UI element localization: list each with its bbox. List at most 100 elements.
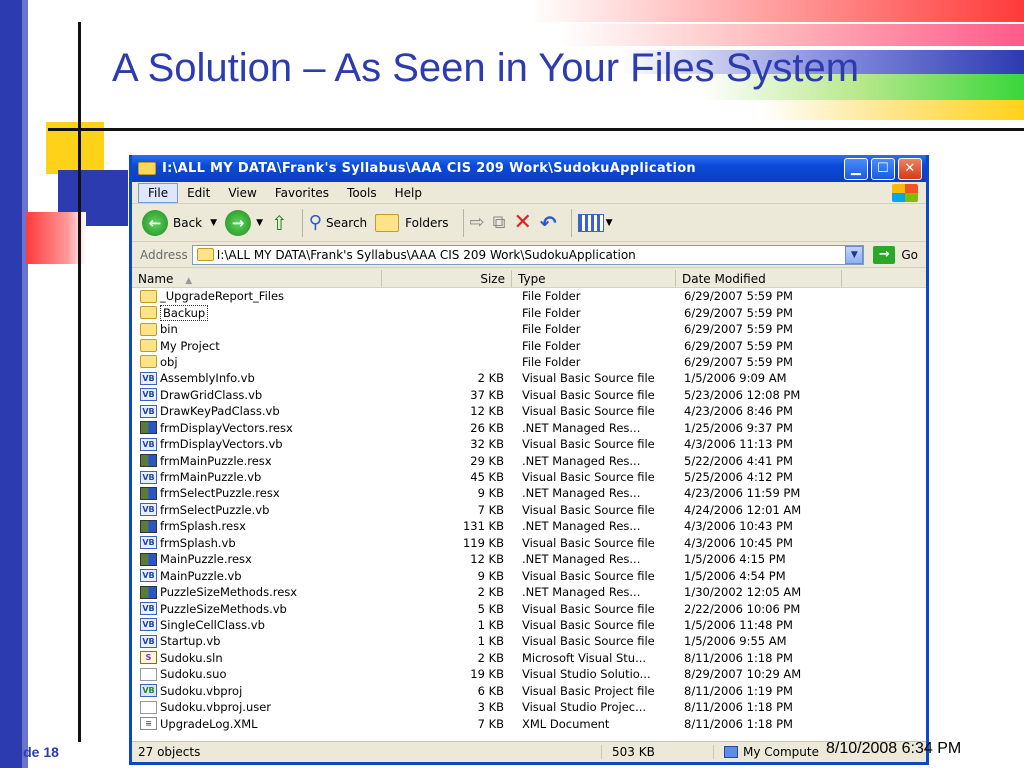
file-row[interactable]: Sudoku.vbproj.user 3 KB Visual Studio Proj… bbox=[132, 699, 926, 715]
file-row[interactable]: VB Sudoku.vbproj 6 KB Visual Basic Project … bbox=[132, 683, 926, 699]
file-date: 6/29/2007 5:59 PM bbox=[684, 354, 793, 369]
status-object-count: 27 objects bbox=[132, 745, 602, 759]
file-row[interactable]: VB SingleCellClass.vb 1 KB Visual Basic Sou… bbox=[132, 617, 926, 633]
file-row[interactable]: obj File Folder 6/29/2007 5:59 PM bbox=[132, 354, 926, 370]
file-row[interactable]: VB MainPuzzle.vb 9 KB Visual Basic Source f… bbox=[132, 567, 926, 583]
toolbar-separator bbox=[301, 208, 303, 237]
file-name: frmDisplayVectors.resx bbox=[160, 420, 293, 435]
file-name: AssemblyInfo.vb bbox=[160, 371, 255, 386]
file-size: 2 KB bbox=[477, 371, 504, 386]
suo-file-icon bbox=[140, 700, 157, 714]
file-row[interactable]: S Sudoku.sln 2 KB Microsoft Visual Stu... 8/… bbox=[132, 650, 926, 666]
minimize-button[interactable]: ▁ bbox=[844, 157, 868, 180]
file-name: frmSplash.resx bbox=[160, 519, 246, 534]
vb-file-icon: VB bbox=[140, 569, 157, 583]
vb-file-icon: VB bbox=[140, 634, 157, 648]
search-button[interactable]: ⚲ Search bbox=[309, 212, 367, 233]
address-input[interactable]: I:\ALL MY DATA\Frank's Syllabus\AAA CIS … bbox=[191, 244, 865, 265]
forward-button[interactable]: → ▼ bbox=[225, 209, 263, 236]
file-size: 119 KB bbox=[462, 535, 504, 550]
views-button[interactable]: ▼ bbox=[577, 213, 613, 232]
folder-icon bbox=[140, 306, 157, 320]
folder-icon bbox=[138, 162, 156, 175]
file-name-cell: bin bbox=[132, 322, 382, 336]
file-size: 1 KB bbox=[477, 634, 504, 649]
move-to-button[interactable]: ⇨ bbox=[470, 212, 485, 233]
search-icon: ⚲ bbox=[308, 212, 322, 233]
back-label: Back bbox=[173, 215, 203, 230]
column-name[interactable]: Name ▲ bbox=[132, 270, 382, 287]
window-titlebar[interactable]: I:\ALL MY DATA\Frank's Syllabus\AAA CIS … bbox=[132, 155, 926, 182]
file-name-cell: VB AssemblyInfo.vb bbox=[132, 371, 382, 385]
file-row[interactable]: _UpgradeReport_Files File Folder 6/29/2007… bbox=[132, 288, 926, 304]
file-row[interactable]: VB frmDisplayVectors.vb 32 KB Visual Basic … bbox=[132, 436, 926, 452]
file-type: Visual Studio Solutio... bbox=[522, 667, 651, 682]
file-row[interactable]: Backup File Folder 6/29/2007 5:59 PM bbox=[132, 304, 926, 321]
close-button[interactable]: ✕ bbox=[898, 157, 922, 180]
column-date[interactable]: Date Modified bbox=[676, 270, 842, 287]
folders-button[interactable]: Folders bbox=[375, 213, 449, 232]
file-row[interactable]: VB Startup.vb 1 KB Visual Basic Source file… bbox=[132, 633, 926, 649]
address-folder-icon bbox=[196, 248, 214, 261]
file-type: File Folder bbox=[522, 289, 581, 304]
menu-file[interactable]: File bbox=[138, 182, 179, 203]
file-row[interactable]: VB DrawGridClass.vb 37 KB Visual Basic Sour… bbox=[132, 387, 926, 403]
file-row[interactable]: MainPuzzle.resx 12 KB .NET Managed Res... 1… bbox=[132, 551, 926, 567]
file-row[interactable]: frmSplash.resx 131 KB .NET Managed Res... 4… bbox=[132, 518, 926, 534]
column-type[interactable]: Type bbox=[512, 270, 676, 287]
file-row[interactable]: frmSelectPuzzle.resx 9 KB .NET Managed Res… bbox=[132, 485, 926, 501]
file-row[interactable]: VB frmSelectPuzzle.vb 7 KB Visual Basic Sou… bbox=[132, 502, 926, 518]
xml-file-icon: ≡ bbox=[140, 717, 157, 731]
file-type: Visual Basic Source file bbox=[522, 568, 655, 583]
file-type: File Folder bbox=[522, 305, 581, 320]
file-type: Visual Basic Source file bbox=[522, 387, 655, 402]
file-row[interactable]: PuzzleSizeMethods.resx 2 KB .NET Managed R… bbox=[132, 584, 926, 600]
file-row[interactable]: VB frmSplash.vb 119 KB Visual Basic Source … bbox=[132, 535, 926, 551]
file-row[interactable]: My Project File Folder 6/29/2007 5:59 PM bbox=[132, 337, 926, 353]
file-size: 29 KB bbox=[470, 453, 504, 468]
maximize-button[interactable]: ☐ bbox=[871, 157, 895, 180]
file-name: Sudoku.suo bbox=[160, 667, 227, 682]
file-row[interactable]: Sudoku.suo 19 KB Visual Studio Solutio... 8… bbox=[132, 666, 926, 682]
menu-edit[interactable]: Edit bbox=[178, 184, 219, 202]
file-date: 5/23/2006 12:08 PM bbox=[684, 387, 801, 402]
file-name-cell: MainPuzzle.resx bbox=[132, 552, 382, 566]
forward-dropdown-icon[interactable]: ▼ bbox=[256, 218, 263, 228]
back-dropdown-icon[interactable]: ▼ bbox=[210, 218, 217, 228]
file-row[interactable]: ≡ UpgradeLog.XML 7 KB XML Document 8/11/2006… bbox=[132, 715, 926, 731]
file-row[interactable]: frmDisplayVectors.resx 26 KB .NET Managed … bbox=[132, 420, 926, 436]
vb-file-icon: VB bbox=[140, 404, 157, 418]
file-row[interactable]: VB DrawKeyPadClass.vb 12 KB Visual Basic So… bbox=[132, 403, 926, 419]
file-type: Visual Basic Source file bbox=[522, 371, 655, 386]
menu-help[interactable]: Help bbox=[386, 184, 431, 202]
menu-view[interactable]: View bbox=[219, 184, 265, 202]
address-dropdown-icon[interactable]: ▼ bbox=[845, 245, 864, 264]
resx-file-icon bbox=[140, 519, 157, 533]
menu-tools[interactable]: Tools bbox=[338, 184, 386, 202]
file-list[interactable]: Name ▲ Size Type Date Modified _UpgradeR… bbox=[132, 270, 926, 744]
file-name-cell: VB frmSelectPuzzle.vb bbox=[132, 503, 382, 517]
file-row[interactable]: frmMainPuzzle.resx 29 KB .NET Managed Res.… bbox=[132, 452, 926, 468]
menu-favorites[interactable]: Favorites bbox=[266, 184, 338, 202]
file-row[interactable]: bin File Folder 6/29/2007 5:59 PM bbox=[132, 321, 926, 337]
toolbar-separator-3 bbox=[570, 208, 572, 237]
file-row[interactable]: VB frmMainPuzzle.vb 45 KB Visual Basic Sour… bbox=[132, 469, 926, 485]
file-date: 8/11/2006 1:19 PM bbox=[684, 683, 793, 698]
undo-button[interactable]: ↶ bbox=[540, 211, 557, 235]
file-row[interactable]: VB AssemblyInfo.vb 2 KB Visual Basic Source… bbox=[132, 370, 926, 386]
file-date: 6/29/2007 5:59 PM bbox=[684, 289, 793, 304]
file-type: .NET Managed Res... bbox=[522, 519, 641, 534]
up-folder-button[interactable]: ⇧ bbox=[271, 211, 288, 235]
copy-to-button[interactable]: ⧉ bbox=[493, 212, 506, 233]
address-bar: Address I:\ALL MY DATA\Frank's Syllabus\… bbox=[132, 242, 926, 268]
file-date: 2/22/2006 10:06 PM bbox=[684, 601, 801, 616]
proj-file-icon: VB bbox=[140, 684, 157, 698]
file-row[interactable]: VB PuzzleSizeMethods.vb 5 KB Visual Basic S… bbox=[132, 600, 926, 616]
file-size: 19 KB bbox=[470, 667, 504, 682]
delete-button[interactable]: ✕ bbox=[513, 210, 531, 235]
go-button[interactable]: → Go bbox=[873, 245, 918, 264]
back-button[interactable]: ← Back ▼ bbox=[142, 209, 217, 236]
column-size[interactable]: Size bbox=[382, 270, 512, 287]
status-bar: 27 objects 503 KB My Compute bbox=[132, 741, 926, 762]
search-label: Search bbox=[325, 215, 368, 230]
